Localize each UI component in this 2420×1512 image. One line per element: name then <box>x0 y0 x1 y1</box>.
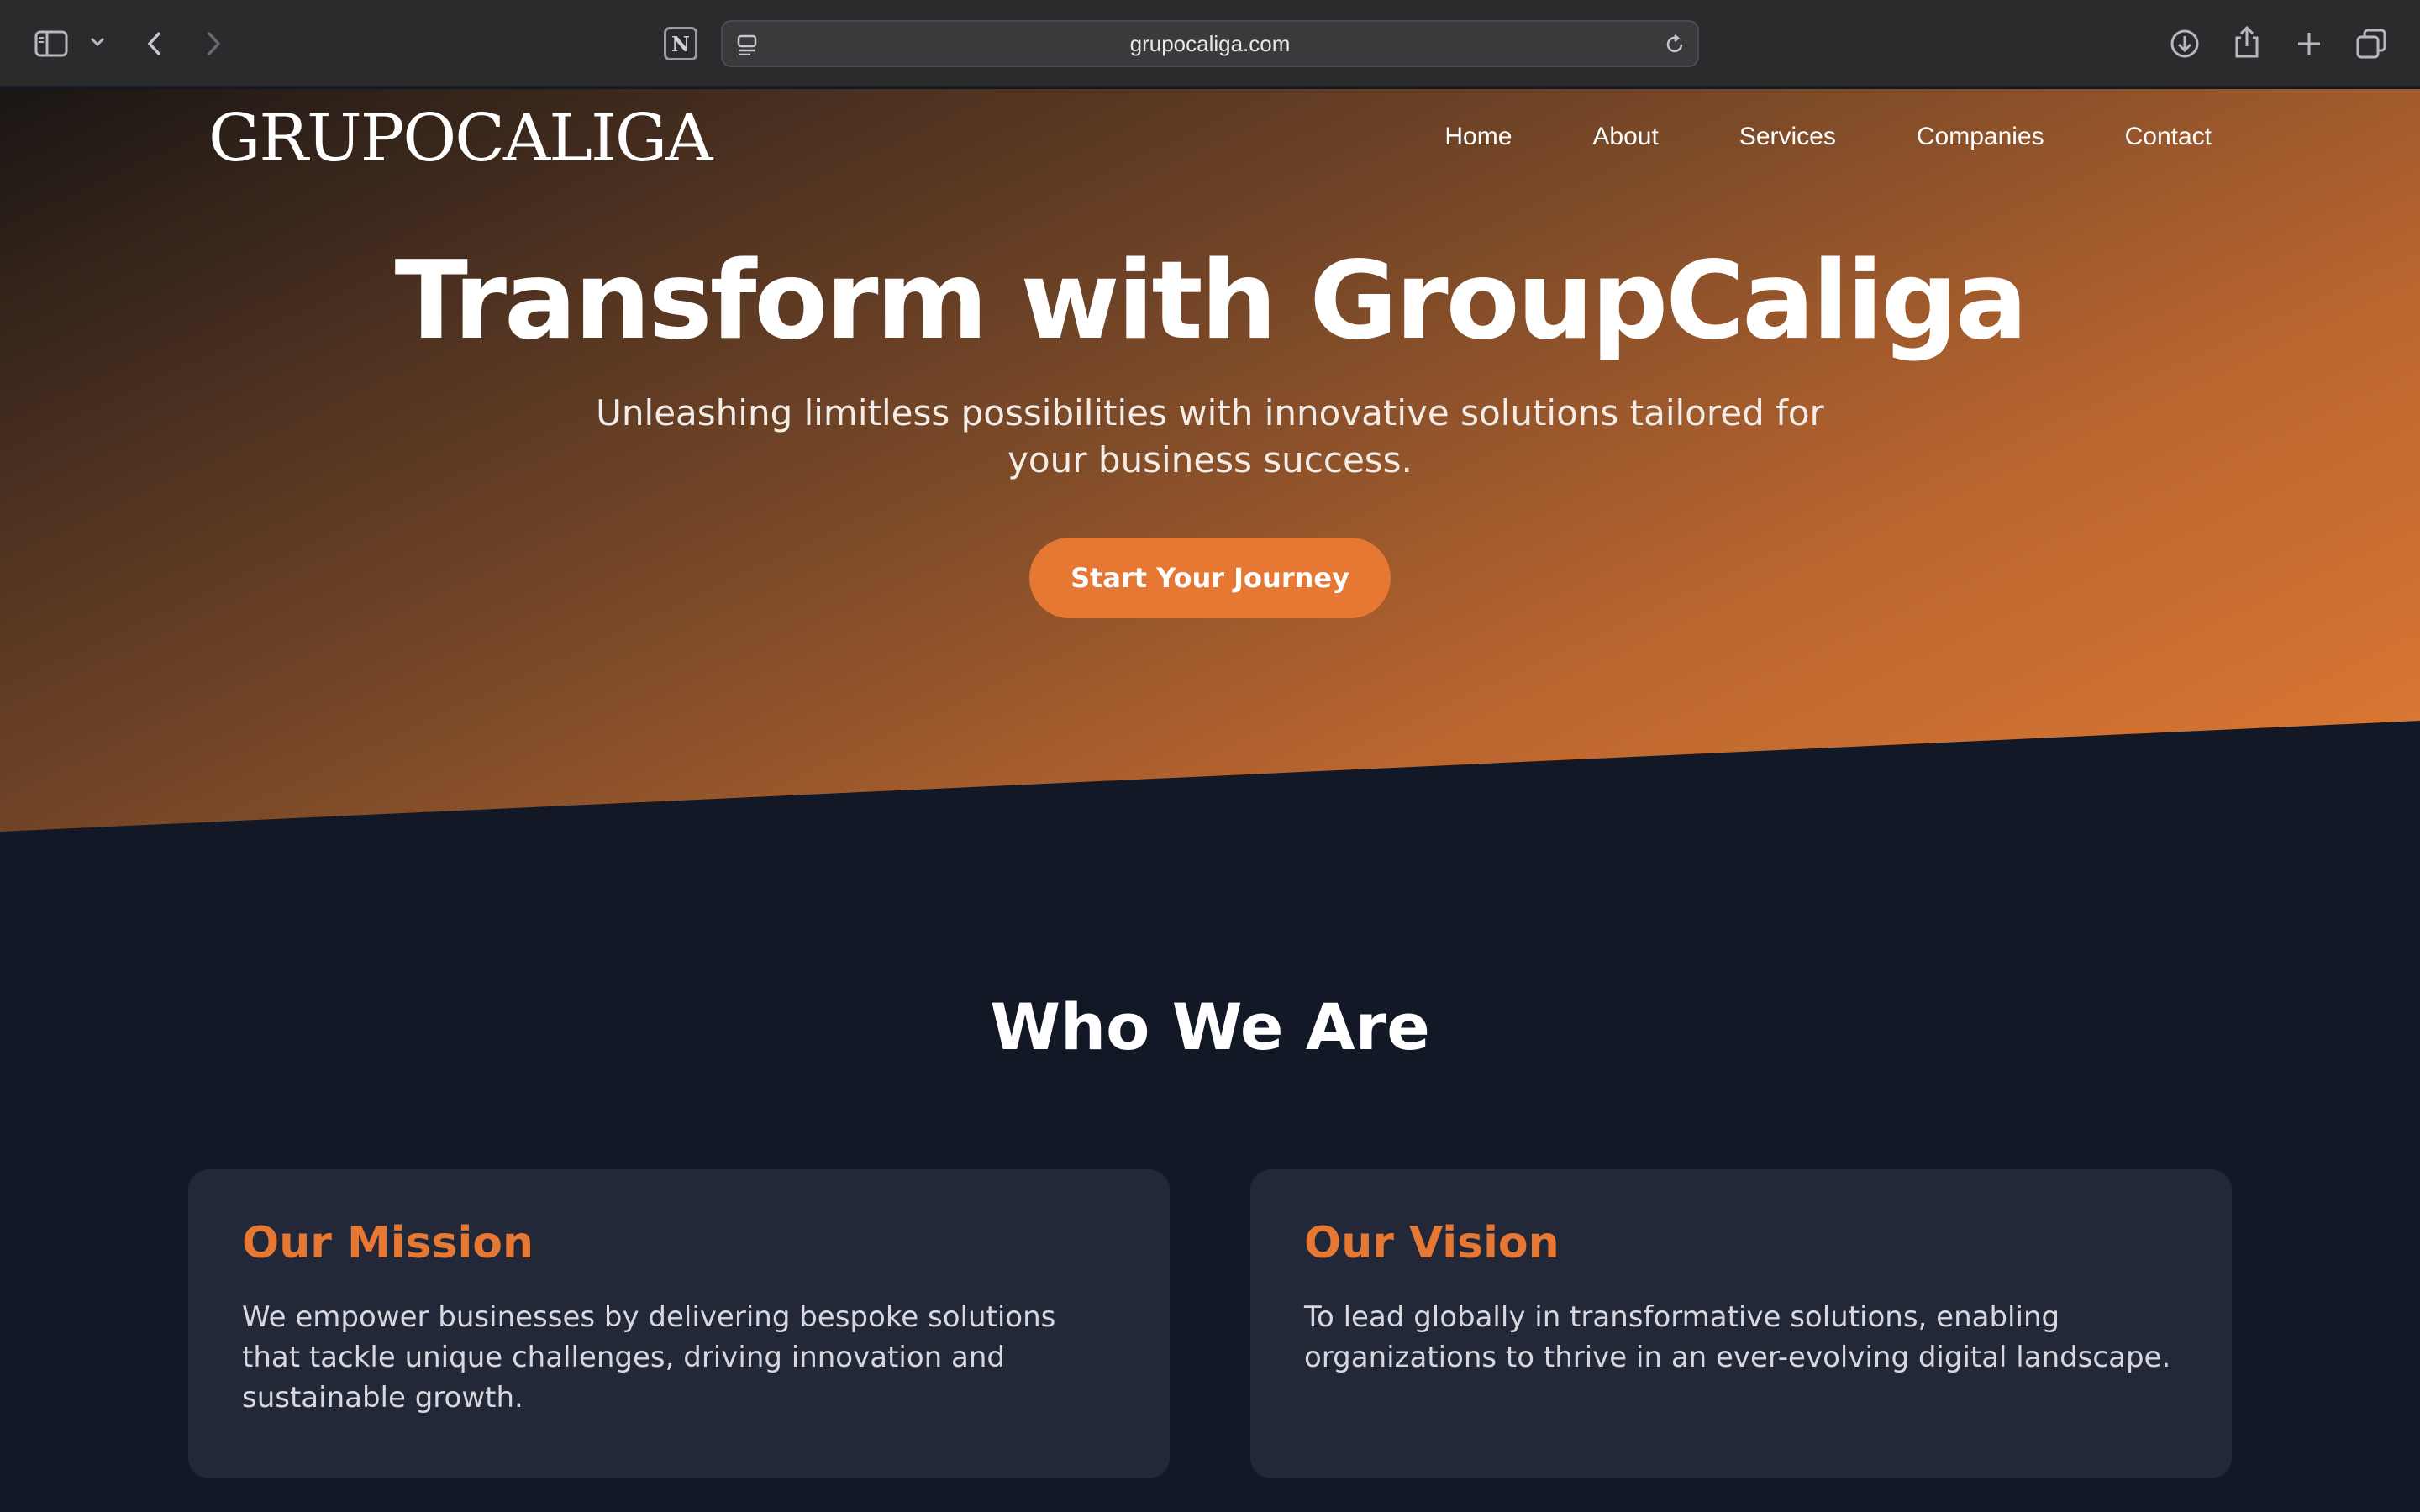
browser-toolbar: N grupocaliga.com <box>0 0 2420 87</box>
reload-icon[interactable] <box>1662 32 1687 57</box>
nav-home[interactable]: Home <box>1444 123 1512 151</box>
nav-about[interactable]: About <box>1592 123 1658 151</box>
notion-icon[interactable]: N <box>664 27 697 60</box>
chevron-down-icon[interactable] <box>87 32 108 52</box>
nav-contact[interactable]: Contact <box>2125 123 2212 151</box>
main-nav: Home About Services Companies Contact <box>1444 123 2212 151</box>
url-text[interactable]: grupocaliga.com <box>723 22 1697 66</box>
nav-companies[interactable]: Companies <box>1917 123 2044 151</box>
vision-title: Our Vision <box>1304 1218 1560 1268</box>
hero-title: Transform with GroupCaliga <box>394 239 2028 364</box>
address-bar[interactable]: grupocaliga.com <box>721 20 1699 67</box>
webpage: GRUPOCALIGA Home About Services Companie… <box>0 89 2420 1512</box>
vision-text: To lead globally in transformative solut… <box>1304 1300 2171 1374</box>
tabs-overview-icon[interactable] <box>2353 25 2390 62</box>
new-tab-icon[interactable] <box>2291 25 2328 62</box>
nav-services[interactable]: Services <box>1739 123 1836 151</box>
start-journey-button[interactable]: Start Your Journey <box>1029 538 1391 618</box>
sidebar-icon[interactable] <box>32 25 71 62</box>
section-title-who-we-are: Who We Are <box>990 990 1430 1064</box>
site-logo[interactable]: GRUPOCALIGA <box>208 101 713 176</box>
hero-subtitle: Unleashing limitless possibilities with … <box>596 392 1824 480</box>
mission-text: We empower businesses by delivering besp… <box>242 1300 1056 1415</box>
back-icon[interactable] <box>141 25 168 62</box>
mission-card: Our Mission We empower businesses by del… <box>188 1169 1170 1478</box>
mission-title: Our Mission <box>242 1218 534 1268</box>
share-icon[interactable] <box>2228 22 2265 62</box>
download-icon[interactable] <box>2166 25 2203 62</box>
forward-icon[interactable] <box>200 25 227 62</box>
vision-card: Our Vision To lead globally in transform… <box>1250 1169 2232 1478</box>
